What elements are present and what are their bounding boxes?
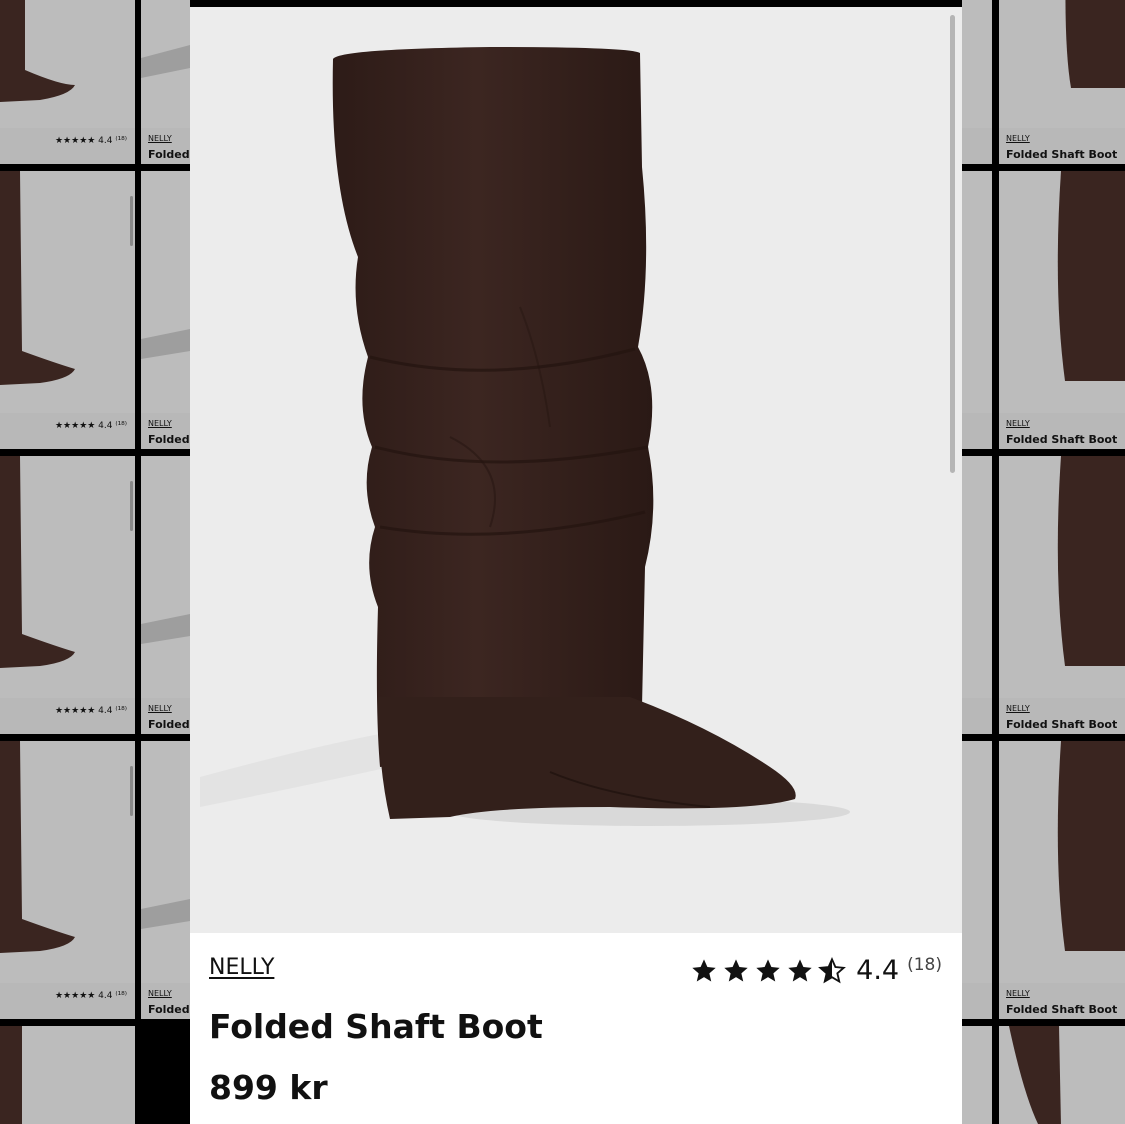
boot-thumbnail bbox=[141, 456, 190, 698]
star-full-icon bbox=[724, 958, 748, 981]
thumbnail-brand: NELLY bbox=[148, 989, 172, 998]
thumbnail-title: Folded Shaft Boot bbox=[1006, 433, 1118, 446]
boot-thumbnail bbox=[962, 456, 992, 698]
thumbnail-meta: NELLY Folded bbox=[141, 698, 190, 734]
rating-value: 4.4 bbox=[856, 955, 900, 986]
thumbnail-card[interactable] bbox=[962, 456, 992, 734]
thumbnail-card[interactable]: ★★★★★ 4.4 ⁽¹⁸⁾ bbox=[0, 741, 135, 1019]
boot-thumbnail bbox=[0, 171, 135, 413]
rating-stars bbox=[690, 956, 847, 985]
thumbnail-brand: NELLY bbox=[1006, 704, 1030, 713]
image-scrollbar[interactable] bbox=[950, 15, 955, 473]
thumbnail-title: Folded Shaft Boot bbox=[1006, 148, 1118, 161]
thumbnail-card[interactable]: NELLY Folded Shaft Boot bbox=[999, 0, 1125, 164]
thumbnail-scrollbar bbox=[130, 196, 133, 246]
thumbnail-card[interactable]: NELLY Folded Shaft Boot bbox=[999, 741, 1125, 1019]
boot-thumbnail bbox=[999, 171, 1125, 413]
thumbnail-meta bbox=[962, 128, 992, 164]
boot-thumbnail bbox=[962, 741, 992, 983]
thumbnail-rating: ★★★★★ 4.4 ⁽¹⁸⁾ bbox=[54, 991, 127, 1001]
star-full-icon bbox=[692, 958, 716, 981]
rating-count: (18) bbox=[907, 954, 942, 975]
thumbnail-card[interactable]: NELLY Folded bbox=[141, 0, 190, 164]
thumbnail-brand: NELLY bbox=[1006, 989, 1030, 998]
product-image[interactable] bbox=[190, 7, 962, 933]
thumbnail-title: Folded bbox=[148, 433, 190, 446]
thumbnail-card[interactable] bbox=[962, 741, 992, 1019]
thumbnail-card[interactable] bbox=[0, 1026, 135, 1124]
thumbnail-card[interactable]: ★★★★★ 4.4 ⁽¹⁸⁾ bbox=[0, 456, 135, 734]
boot-thumbnail bbox=[0, 456, 135, 698]
star-full-icon bbox=[788, 958, 812, 981]
boot-thumbnail bbox=[999, 456, 1125, 698]
brand-link[interactable]: NELLY bbox=[209, 955, 274, 980]
boot-thumbnail bbox=[141, 171, 190, 413]
thumbnail-meta bbox=[962, 698, 992, 734]
boot-thumbnail bbox=[141, 0, 190, 128]
thumbnail-card[interactable] bbox=[962, 171, 992, 449]
boot-thumbnail bbox=[999, 1026, 1125, 1124]
boot-thumbnail bbox=[962, 0, 992, 128]
thumbnail-meta bbox=[962, 983, 992, 1019]
product-card[interactable]: NELLY 4.4 (18) Folded Shaft Boot 899 kr bbox=[190, 7, 962, 1124]
star-full-icon bbox=[756, 958, 780, 981]
product-price: 899 kr bbox=[209, 1068, 328, 1107]
thumbnail-card[interactable]: ★★★★★ 4.4 ⁽¹⁸⁾ bbox=[0, 0, 135, 164]
boot-thumbnail bbox=[999, 0, 1125, 128]
thumbnail-card[interactable] bbox=[962, 1026, 992, 1124]
thumbnail-title: Folded Shaft Boot bbox=[1006, 1003, 1118, 1016]
thumbnail-card[interactable]: ★★★★★ 4.4 ⁽¹⁸⁾ bbox=[0, 171, 135, 449]
thumbnail-rating: ★★★★★ 4.4 ⁽¹⁸⁾ bbox=[54, 706, 127, 716]
product-title[interactable]: Folded Shaft Boot bbox=[209, 1007, 543, 1046]
boot-thumbnail bbox=[141, 741, 190, 983]
thumbnail-meta: ★★★★★ 4.4 ⁽¹⁸⁾ bbox=[0, 698, 135, 734]
thumbnail-brand: NELLY bbox=[148, 134, 172, 143]
thumbnail-scrollbar bbox=[130, 481, 133, 531]
boot-thumbnail bbox=[962, 171, 992, 413]
thumbnail-brand: NELLY bbox=[148, 704, 172, 713]
thumbnail-card[interactable]: NELLY Folded bbox=[141, 741, 190, 1019]
thumbnail-meta bbox=[962, 413, 992, 449]
product-rating[interactable]: 4.4 (18) bbox=[690, 955, 942, 986]
thumbnail-title: Folded Shaft Boot bbox=[1006, 718, 1118, 731]
boot-thumbnail bbox=[0, 0, 135, 128]
boot-thumbnail bbox=[0, 1026, 135, 1124]
boot-thumbnail bbox=[962, 1026, 992, 1124]
thumbnail-meta: NELLY Folded bbox=[141, 128, 190, 164]
thumbnail-card[interactable]: NELLY Folded Shaft Boot bbox=[999, 456, 1125, 734]
thumbnail-meta: NELLY Folded bbox=[141, 413, 190, 449]
thumbnail-scrollbar bbox=[130, 766, 133, 816]
video-frame: ★★★★★ 4.4 ⁽¹⁸⁾ ★★★★★ 4.4 ⁽¹⁸⁾ ★★★★★ 4.4 … bbox=[0, 0, 1125, 1124]
thumbnail-title: Folded bbox=[148, 718, 190, 731]
thumbnail-rating: ★★★★★ 4.4 ⁽¹⁸⁾ bbox=[54, 421, 127, 431]
thumbnail-card[interactable]: NELLY Folded bbox=[141, 456, 190, 734]
thumbnail-meta: NELLY Folded bbox=[141, 983, 190, 1019]
thumbnail-meta: ★★★★★ 4.4 ⁽¹⁸⁾ bbox=[0, 983, 135, 1019]
thumbnail-meta: NELLY Folded Shaft Boot bbox=[999, 413, 1125, 449]
boot-thumbnail bbox=[999, 741, 1125, 983]
thumbnail-card[interactable] bbox=[999, 1026, 1125, 1124]
boot-thumbnail bbox=[0, 741, 135, 983]
thumbnail-brand: NELLY bbox=[1006, 134, 1030, 143]
thumbnail-meta: ★★★★★ 4.4 ⁽¹⁸⁾ bbox=[0, 413, 135, 449]
thumbnail-meta: ★★★★★ 4.4 ⁽¹⁸⁾ bbox=[0, 128, 135, 164]
thumbnail-meta: NELLY Folded Shaft Boot bbox=[999, 128, 1125, 164]
star-half-icon bbox=[818, 956, 847, 983]
boot-image bbox=[200, 47, 850, 826]
thumbnail-meta: NELLY Folded Shaft Boot bbox=[999, 698, 1125, 734]
thumbnail-rating: ★★★★★ 4.4 ⁽¹⁸⁾ bbox=[54, 136, 127, 146]
thumbnail-meta: NELLY Folded Shaft Boot bbox=[999, 983, 1125, 1019]
thumbnail-card[interactable]: NELLY Folded bbox=[141, 171, 190, 449]
thumbnail-title: Folded bbox=[148, 148, 190, 161]
thumbnail-title: Folded bbox=[148, 1003, 190, 1016]
thumbnail-brand: NELLY bbox=[1006, 419, 1030, 428]
thumbnail-card[interactable] bbox=[962, 0, 992, 164]
thumbnail-brand: NELLY bbox=[148, 419, 172, 428]
thumbnail-card[interactable]: NELLY Folded Shaft Boot bbox=[999, 171, 1125, 449]
